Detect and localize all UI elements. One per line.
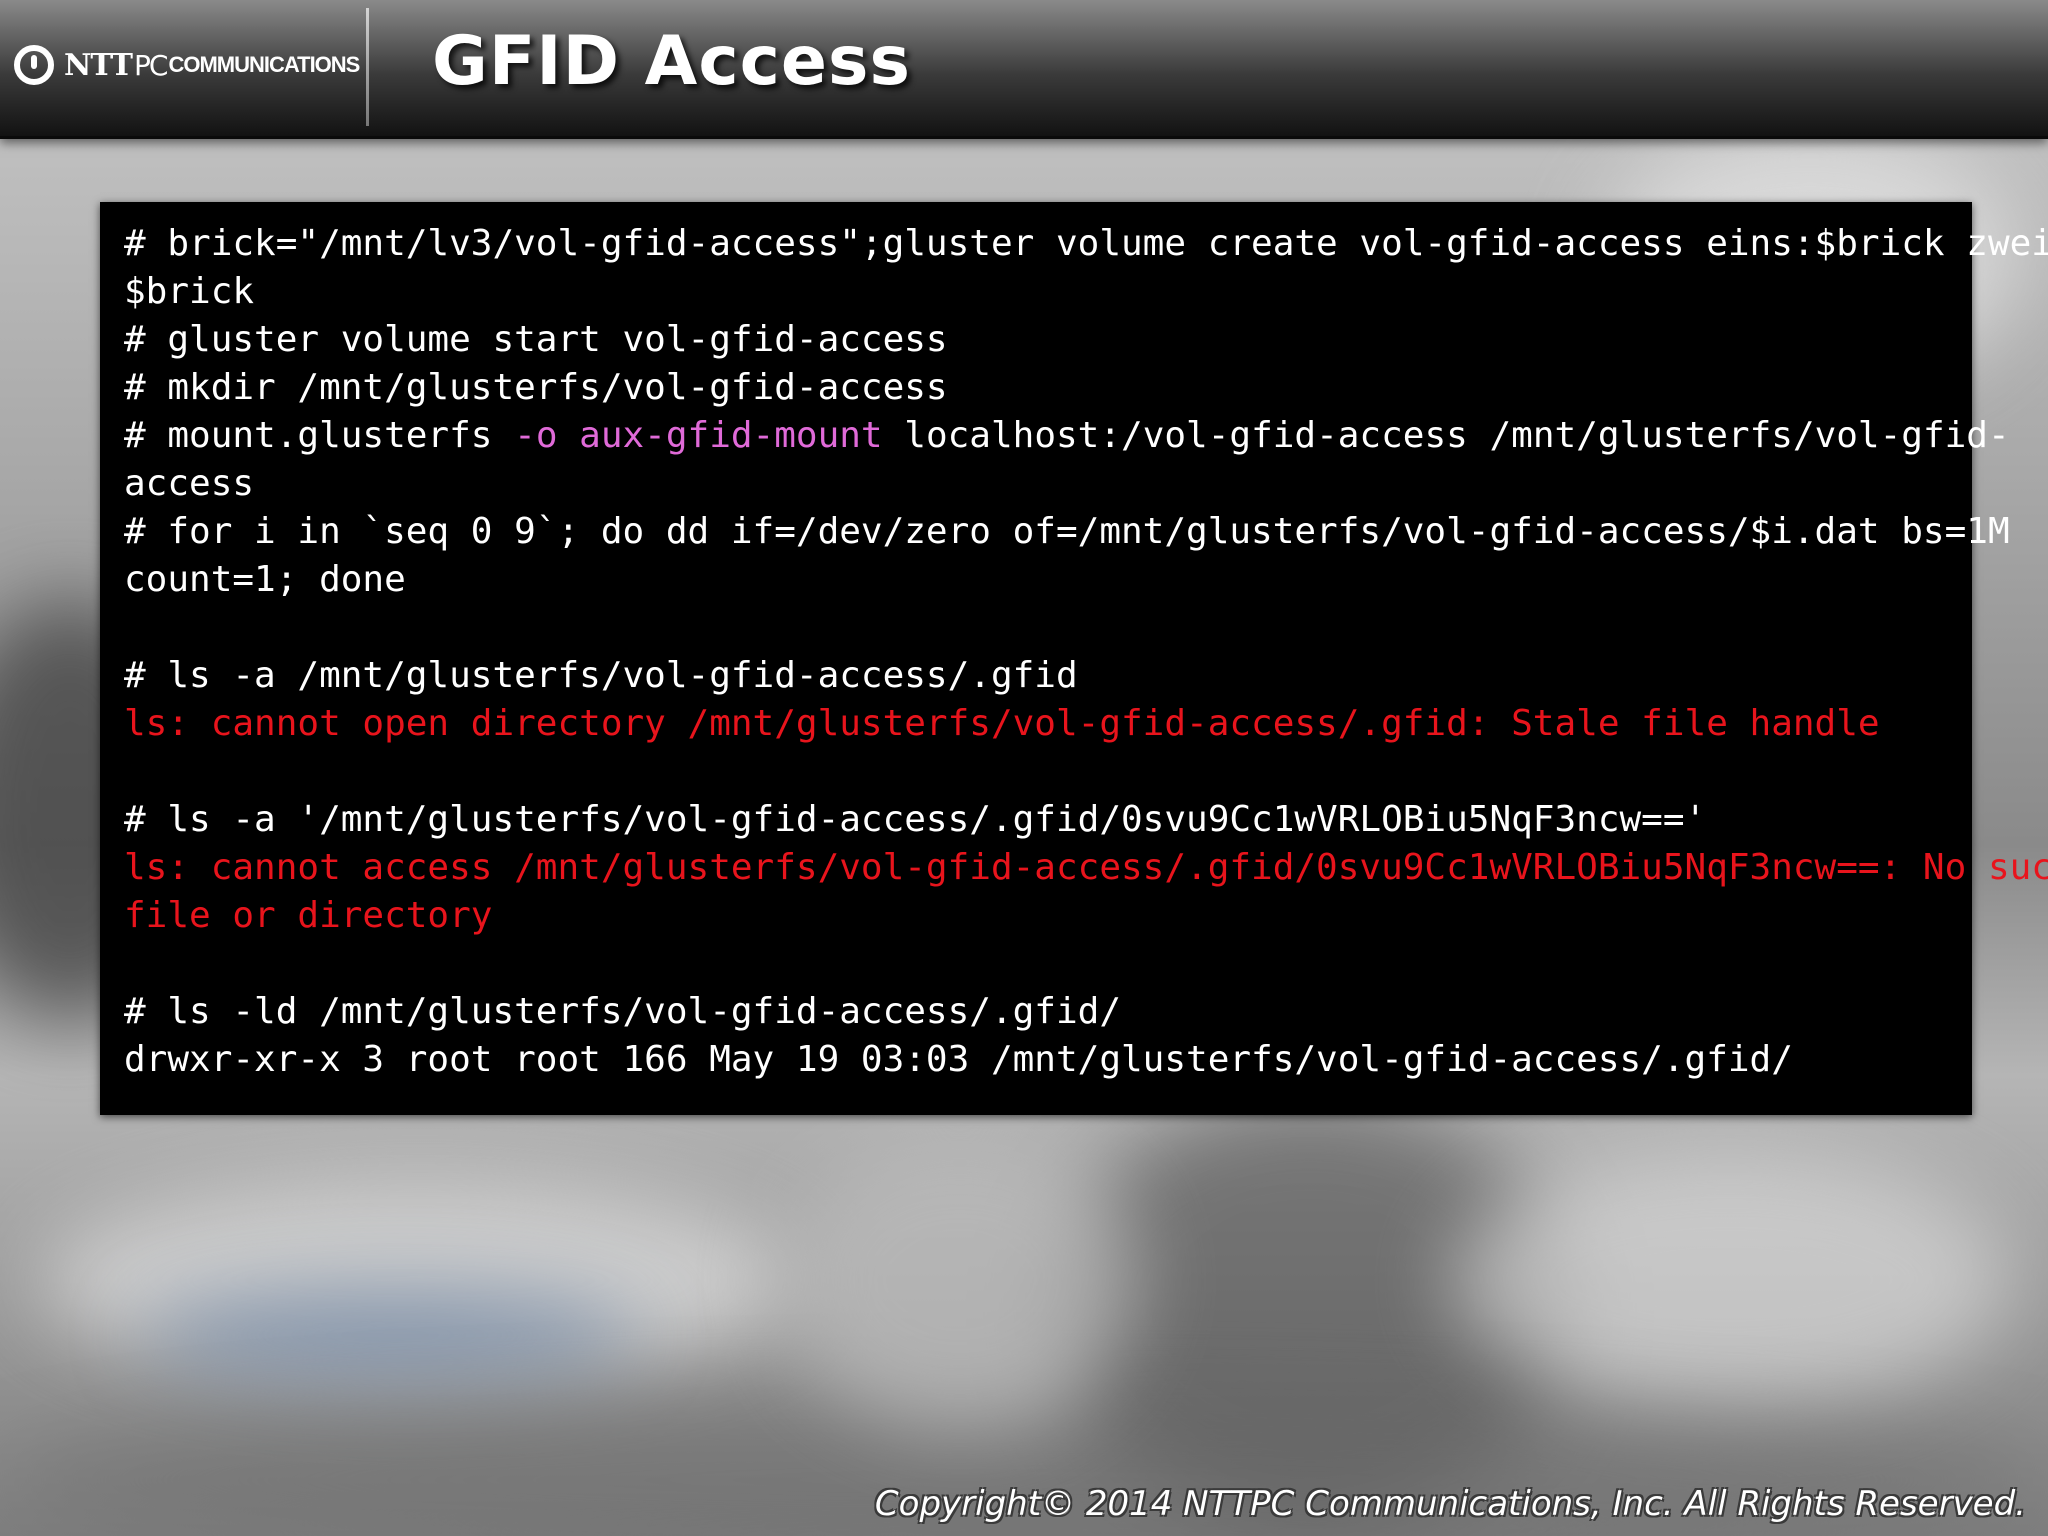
- terminal-line: access: [124, 463, 255, 504]
- terminal-line: count=1; done: [124, 559, 406, 600]
- logo-text-pc: PC: [134, 48, 168, 82]
- terminal-line: $brick: [124, 271, 255, 312]
- terminal-line: # brick="/mnt/lv3/vol-gfid-access";glust…: [124, 223, 2048, 264]
- terminal-error-line: ls: cannot access /mnt/glusterfs/vol-gfi…: [124, 847, 2048, 888]
- background-shape: [780, 1130, 1140, 1430]
- command-text: localhost:/vol-gfid-access /mnt/glusterf…: [882, 415, 2010, 456]
- terminal-line: # ls -a '/mnt/glusterfs/vol-gfid-access/…: [124, 799, 1707, 840]
- copyright-notice: Copyright© 2014 NTTPC Communications, In…: [874, 1484, 2026, 1524]
- terminal-line: # for i in `seq 0 9`; do dd if=/dev/zero…: [124, 511, 2010, 552]
- logo-text-communications: COMMUNICATIONS: [168, 52, 360, 77]
- terminal-error-line: ls: cannot open directory /mnt/glusterfs…: [124, 703, 1880, 744]
- terminal-line: drwxr-xr-x 3 root root 166 May 19 03:03 …: [124, 1039, 1793, 1080]
- header-divider: [366, 8, 369, 126]
- logo-text-ntt: NTT: [64, 47, 133, 83]
- slide-title: GFID Access: [432, 22, 911, 101]
- terminal-line: # gluster volume start vol-gfid-access: [124, 319, 948, 360]
- ntt-logo-icon: [14, 45, 54, 85]
- terminal-line: # ls -ld /mnt/glusterfs/vol-gfid-access/…: [124, 991, 1121, 1032]
- background-shape: [140, 1290, 640, 1380]
- terminal-line: # mkdir /mnt/glusterfs/vol-gfid-access: [124, 367, 948, 408]
- company-logo: NTT PC COMMUNICATIONS: [14, 40, 360, 90]
- command-text: # mount.glusterfs: [124, 415, 515, 456]
- terminal-error-line: file or directory: [124, 895, 493, 936]
- mount-option-highlight: -o aux-gfid-mount: [514, 415, 883, 456]
- background-shape: [1450, 1150, 2010, 1410]
- terminal-line: # mount.glusterfs -o aux-gfid-mount loca…: [124, 412, 2010, 460]
- slide-header: NTT PC COMMUNICATIONS GFID Access: [0, 0, 2048, 139]
- terminal-output: # brick="/mnt/lv3/vol-gfid-access";glust…: [100, 202, 2048, 1115]
- terminal-line: # ls -a /mnt/glusterfs/vol-gfid-access/.…: [124, 655, 1078, 696]
